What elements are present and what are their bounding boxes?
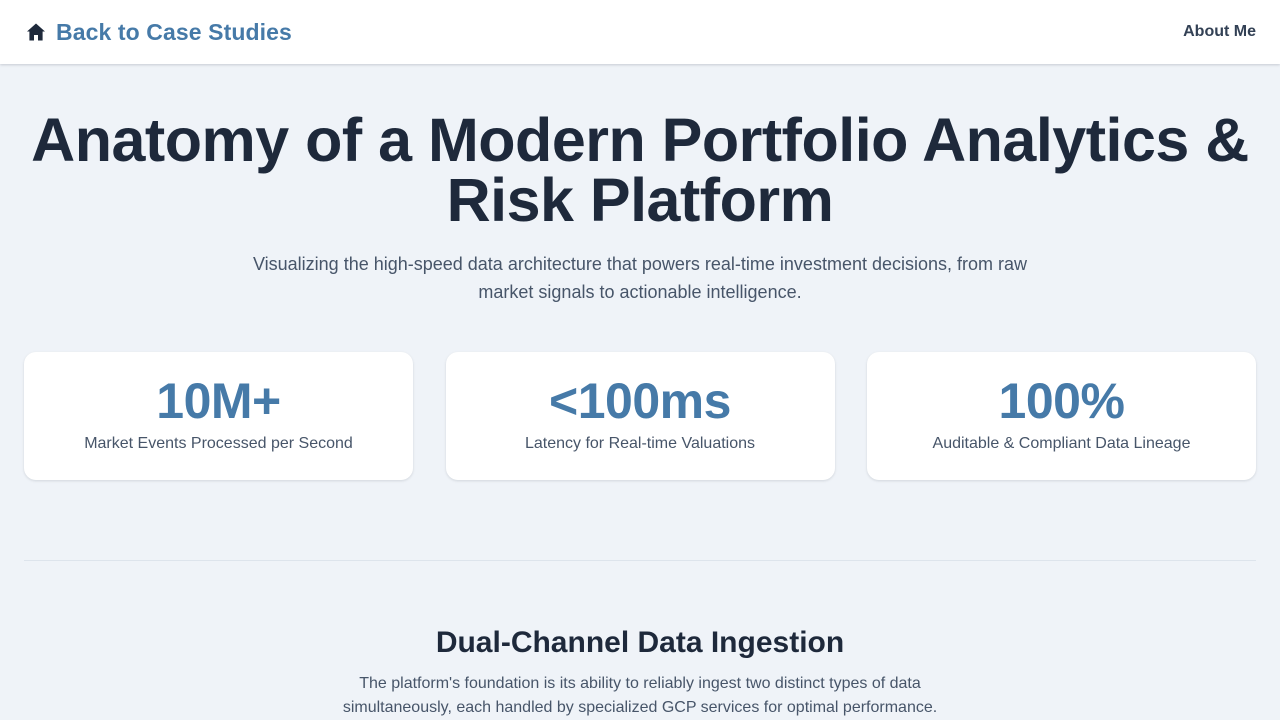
stat-label: Latency for Real-time Valuations [524,435,756,452]
page-title: Anatomy of a Modern Portfolio Analytics … [31,106,1249,234]
back-to-case-studies-link[interactable]: Back to Case Studies [26,19,292,46]
top-nav-bar: Back to Case Studies About Me [0,0,1280,64]
home-icon [26,22,46,42]
stat-value: 100% [998,373,1125,429]
stat-card-events: 10M+ Market Events Processed per Second [24,352,413,480]
about-me-link[interactable]: About Me [1183,23,1256,41]
stat-card-lineage: 100% Auditable & Compliant Data Lineage [867,352,1256,480]
stats-row: 10M+ Market Events Processed per Second … [24,352,1256,480]
stat-value: <100ms [549,373,731,429]
back-link-label: Back to Case Studies [56,18,292,45]
stat-label: Market Events Processed per Second [84,435,353,452]
section-title: Dual-Channel Data Ingestion [435,626,845,659]
stat-label: Auditable & Compliant Data Lineage [932,435,1191,452]
hero-section: Anatomy of a Modern Portfolio Analytics … [0,64,1280,306]
section-description: The platform's foundation is its ability… [342,675,938,716]
section-divider [24,560,1256,561]
stat-value: 10M+ [156,373,281,429]
stat-card-latency: <100ms Latency for Real-time Valuations [445,352,835,480]
data-ingestion-section: Dual-Channel Data Ingestion The platform… [0,624,1280,720]
page-subtitle: Visualizing the high-speed data architec… [252,254,1028,302]
